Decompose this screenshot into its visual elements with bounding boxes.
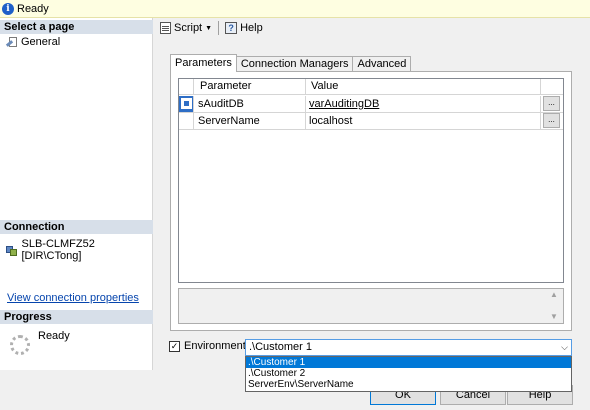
left-pane: Select a page General Connection SLB-CLM… <box>0 18 153 410</box>
parameters-grid: Parameter Value sAuditDB varAuditingDB .… <box>178 78 564 283</box>
toolbar: Script ▼ ? Help <box>155 18 590 38</box>
edit-value-button[interactable]: ... <box>543 96 560 111</box>
current-row-icon <box>181 98 192 109</box>
row-selector[interactable] <box>179 96 194 112</box>
tab-advanced[interactable]: Advanced <box>352 56 412 72</box>
description-box: ▲ ▼ <box>178 288 564 324</box>
dropdown-option[interactable]: .\Customer 1 <box>246 357 571 368</box>
environment-combobox[interactable]: .\Customer 1 ⌵ <box>245 339 572 356</box>
environment-selected-value: .\Customer 1 <box>249 341 312 353</box>
grid-header: Parameter Value <box>179 79 563 95</box>
value-cell[interactable]: varAuditingDB <box>306 96 541 112</box>
connection-name: SLB-CLMFZ52 [DIR\CTong] <box>21 238 95 262</box>
view-connection-properties-link[interactable]: View connection properties <box>7 292 139 304</box>
scroll-down-icon[interactable]: ▼ <box>550 312 558 321</box>
table-row[interactable]: ServerName localhost ... <box>179 113 563 130</box>
tab-connection-managers[interactable]: Connection Managers <box>235 56 354 72</box>
environment-checkbox[interactable]: ✓ <box>169 341 180 352</box>
script-label: Script <box>174 22 203 34</box>
status-bar: i Ready <box>0 0 590 18</box>
column-header-value[interactable]: Value <box>306 79 541 94</box>
progress-header: Progress <box>0 310 153 324</box>
progress-spinner-icon <box>10 335 30 355</box>
script-icon <box>160 22 171 34</box>
parameter-cell[interactable]: ServerName <box>194 113 306 129</box>
environment-dropdown-list: .\Customer 1 .\Customer 2 ServerEnv\Serv… <box>245 356 572 392</box>
help-icon: ? <box>225 22 238 34</box>
help-button[interactable]: ? Help <box>222 19 266 37</box>
row-selector-header <box>179 79 194 94</box>
select-page-header: Select a page <box>0 20 153 34</box>
value-text: varAuditingDB <box>309 98 380 110</box>
parameter-cell[interactable]: sAuditDB <box>194 96 306 112</box>
chevron-down-icon: ▼ <box>205 24 213 32</box>
connection-icon <box>6 245 17 256</box>
connection-header: Connection <box>0 220 153 234</box>
row-selector[interactable] <box>179 113 194 129</box>
connection-item: SLB-CLMFZ52 [DIR\CTong] <box>6 238 152 262</box>
toolbar-separator <box>218 21 220 35</box>
parameters-panel: Parameter Value sAuditDB varAuditingDB .… <box>170 71 572 331</box>
status-text: Ready <box>17 2 49 15</box>
page-item-general[interactable]: General <box>5 36 61 48</box>
help-label: Help <box>240 22 263 34</box>
page-item-label: General <box>21 36 61 48</box>
tab-strip: Parameters Connection Managers Advanced <box>170 54 412 72</box>
column-header-parameter[interactable]: Parameter <box>194 79 306 94</box>
description-scrollbar[interactable]: ▲ ▼ <box>549 289 561 323</box>
scroll-up-icon[interactable]: ▲ <box>550 290 558 299</box>
dropdown-option[interactable]: .\Customer 2 <box>246 368 571 379</box>
progress-status: Ready <box>38 330 70 342</box>
chevron-down-icon[interactable]: ⌵ <box>561 340 568 355</box>
script-button[interactable]: Script ▼ <box>157 19 215 37</box>
table-row[interactable]: sAuditDB varAuditingDB ... <box>179 96 563 113</box>
environment-label: Environment: <box>184 340 249 352</box>
page-settings-icon <box>5 36 18 48</box>
value-cell[interactable]: localhost <box>306 113 541 129</box>
info-icon: i <box>2 2 14 15</box>
edit-value-button[interactable]: ... <box>543 113 560 128</box>
value-text: localhost <box>309 115 353 127</box>
dropdown-option[interactable]: ServerEnv\ServerName <box>246 379 571 390</box>
tab-parameters[interactable]: Parameters <box>170 54 237 72</box>
